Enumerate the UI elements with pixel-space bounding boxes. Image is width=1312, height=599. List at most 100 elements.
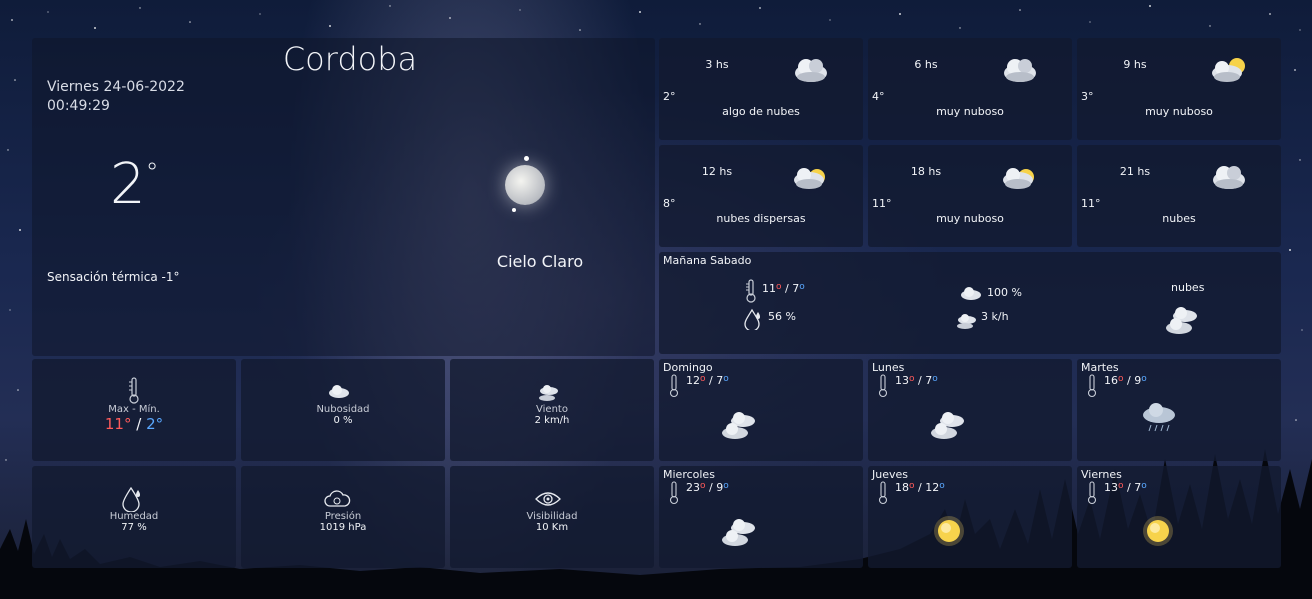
clouds-icon — [931, 412, 964, 439]
current-condition: Cielo Claro — [496, 252, 584, 271]
day-name: Domingo — [663, 361, 713, 374]
day-name: Viernes — [1081, 468, 1122, 481]
hourly-temp: 8° — [663, 197, 676, 210]
day-range: 16o / 9o — [1104, 374, 1147, 387]
sun-cloud-icon — [794, 168, 825, 189]
wind-cloud-icon — [957, 314, 976, 329]
day-card: Martes 16o / 9o — [1077, 359, 1281, 461]
wind-label: Viento — [536, 404, 568, 415]
thermometer-icon — [878, 481, 888, 505]
humidity-icon — [122, 486, 140, 512]
sun-icon — [1143, 516, 1173, 546]
moon-icon — [505, 165, 545, 205]
humidity-card: Humedad 77 % — [32, 466, 236, 568]
hourly-time: 12 hs — [701, 165, 733, 178]
day-range: 13o / 7o — [895, 374, 938, 387]
day-range: 23o / 9o — [686, 481, 729, 494]
thermometer-icon — [669, 481, 679, 505]
cloud-icon — [961, 287, 981, 300]
sun-icon — [934, 516, 964, 546]
day-max: 18 — [895, 481, 909, 494]
maxmin-label: Max - Mín. — [108, 404, 160, 415]
day-range: 12o / 7o — [686, 374, 729, 387]
hourly-card: 21 hs 11° nubes — [1077, 145, 1281, 247]
day-name: Lunes — [872, 361, 905, 374]
city-name: Cordoba — [282, 40, 418, 78]
clouds-icon — [722, 519, 755, 546]
clouds-card: Nubosidad 0 % — [241, 359, 445, 461]
pressure-value: 1019 hPa — [319, 522, 367, 533]
tomorrow-humidity: 56 % — [768, 310, 796, 323]
visibility-label: Visibilidad — [526, 511, 578, 522]
thermometer-icon — [669, 374, 679, 398]
max-value: 11° — [104, 415, 132, 433]
hourly-desc: nubes dispersas — [716, 212, 806, 225]
day-max: 23 — [686, 481, 700, 494]
day-name: Miercoles — [663, 468, 715, 481]
hourly-desc: muy nuboso — [1145, 105, 1213, 118]
thermometer-icon — [878, 374, 888, 398]
maxmin-separator: / — [131, 415, 147, 433]
sun-cloud-icon — [1212, 58, 1245, 82]
sun-cloud-icon — [1003, 168, 1034, 189]
day-card: Domingo 12o / 7o — [659, 359, 863, 461]
tomorrow-max: 11 — [762, 282, 776, 295]
day-card: Viernes 13o / 7o — [1077, 466, 1281, 568]
visibility-card: Visibilidad 10 Km — [450, 466, 654, 568]
thermometer-icon — [1087, 481, 1097, 505]
cloud-icon — [1004, 59, 1036, 82]
wind-card: Viento 2 km/h — [450, 359, 654, 461]
clouds-label: Nubosidad — [316, 404, 370, 415]
day-max: 13 — [895, 374, 909, 387]
tomorrow-desc: nubes — [1171, 281, 1205, 294]
day-min: 12 — [925, 481, 940, 494]
hourly-temp: 11° — [1081, 197, 1101, 210]
thermometer-icon — [129, 377, 139, 404]
day-range: 13o / 7o — [1104, 481, 1147, 494]
maxmin-value: 11° / 2° — [32, 415, 236, 433]
current-date: Viernes 24-06-2022 — [47, 79, 185, 95]
cloud-icon — [1213, 166, 1245, 189]
hourly-temp: 11° — [872, 197, 892, 210]
pressure-cloud-icon — [324, 490, 351, 507]
hourly-temp: 2° — [663, 90, 676, 103]
pressure-card: Presión 1019 hPa — [241, 466, 445, 568]
clouds-icon — [722, 412, 755, 439]
hourly-card: 9 hs 3° muy nuboso — [1077, 38, 1281, 140]
hourly-desc: algo de nubes — [722, 105, 800, 118]
humidity-value: 77 % — [121, 522, 147, 533]
tomorrow-range: 11o / 7o — [762, 282, 805, 295]
hourly-card: 6 hs 4° muy nuboso — [868, 38, 1072, 140]
maxmin-card: Max - Mín. 11° / 2° — [32, 359, 236, 461]
humidity-label: Humedad — [109, 511, 159, 522]
day-card: Miercoles 23o / 9o — [659, 466, 863, 568]
tomorrow-panel: Mañana Sabado 11o / 7o 56 % 100 % 3 k/h … — [659, 252, 1281, 354]
pressure-label: Presión — [324, 511, 362, 522]
tomorrow-title: Mañana Sabado — [663, 254, 752, 267]
hourly-time: 18 hs — [910, 165, 942, 178]
hourly-temp: 3° — [1081, 90, 1094, 103]
hourly-desc: muy nuboso — [936, 105, 1004, 118]
day-name: Jueves — [872, 468, 908, 481]
humidity-icon — [744, 308, 760, 330]
hourly-card: 12 hs 8° nubes dispersas — [659, 145, 863, 247]
hourly-temp: 4° — [872, 90, 885, 103]
wind-value: 2 km/h — [534, 415, 570, 426]
thermometer-icon — [746, 279, 756, 303]
thermometer-icon — [1087, 374, 1097, 398]
rain-cloud-icon — [1143, 403, 1175, 432]
current-temperature: 2° — [110, 152, 159, 217]
date-time: Viernes 24-06-2022 00:49:29 — [47, 78, 185, 116]
day-card: Jueves 18o / 12o — [868, 466, 1072, 568]
day-card: Lunes 13o / 7o — [868, 359, 1072, 461]
cloud-icon — [795, 59, 827, 82]
hourly-card: 18 hs 11° muy nuboso — [868, 145, 1072, 247]
cloud-icon — [329, 385, 349, 398]
day-max: 13 — [1104, 481, 1118, 494]
degree-symbol: ° — [145, 158, 159, 188]
hourly-desc: nubes — [1162, 212, 1196, 225]
day-max: 12 — [686, 374, 700, 387]
clouds-icon — [1166, 307, 1197, 334]
feels-like: Sensación térmica -1° — [47, 270, 180, 284]
moon-star-dot — [524, 156, 529, 161]
